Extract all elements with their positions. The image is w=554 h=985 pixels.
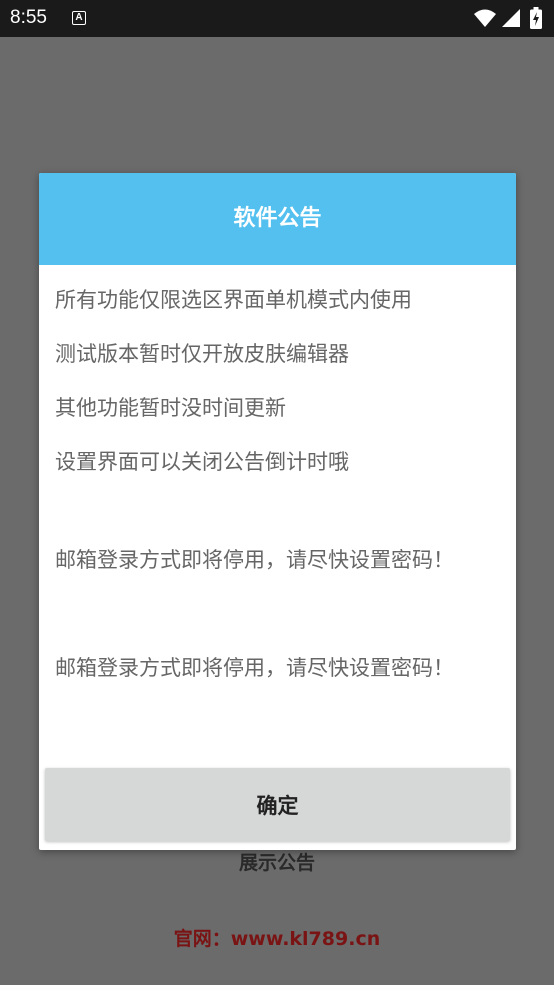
notice-line: 邮箱登录方式即将停用，请尽快设置密码！ <box>55 656 454 680</box>
notice-line-blank <box>55 489 495 533</box>
notice-line: 邮箱登录方式即将停用，请尽快设置密码！ <box>55 548 454 572</box>
website-link[interactable]: 官网：www.kl789.cn <box>0 924 554 951</box>
dialog-header: 软件公告 <box>39 173 516 265</box>
dialog-title: 软件公告 <box>233 206 322 231</box>
notice-dialog: 软件公告 所有功能仅限选区界面单机模式内使用 测试版本暂时仅开放皮肤编辑器 其他… <box>39 173 516 850</box>
dialog-body: 所有功能仅限选区界面单机模式内使用 测试版本暂时仅开放皮肤编辑器 其他功能暂时没… <box>55 273 495 749</box>
status-time: 8:55 <box>10 7 47 28</box>
battery-icon <box>530 7 542 29</box>
signal-icon <box>502 9 520 27</box>
status-bar: 8:55 A <box>0 0 554 37</box>
notice-line: 测试版本暂时仅开放皮肤编辑器 <box>55 342 349 366</box>
wifi-icon <box>474 9 496 27</box>
notice-line: 其他功能暂时没时间更新 <box>55 396 286 420</box>
notice-line: 所有功能仅限选区界面单机模式内使用 <box>55 288 412 312</box>
confirm-button[interactable]: 确定 <box>45 768 510 841</box>
notice-line: 设置界面可以关闭公告倒计时哦 <box>55 450 349 474</box>
show-notice-button[interactable]: 展示公告 <box>0 848 554 875</box>
a-icon: A <box>72 11 86 25</box>
